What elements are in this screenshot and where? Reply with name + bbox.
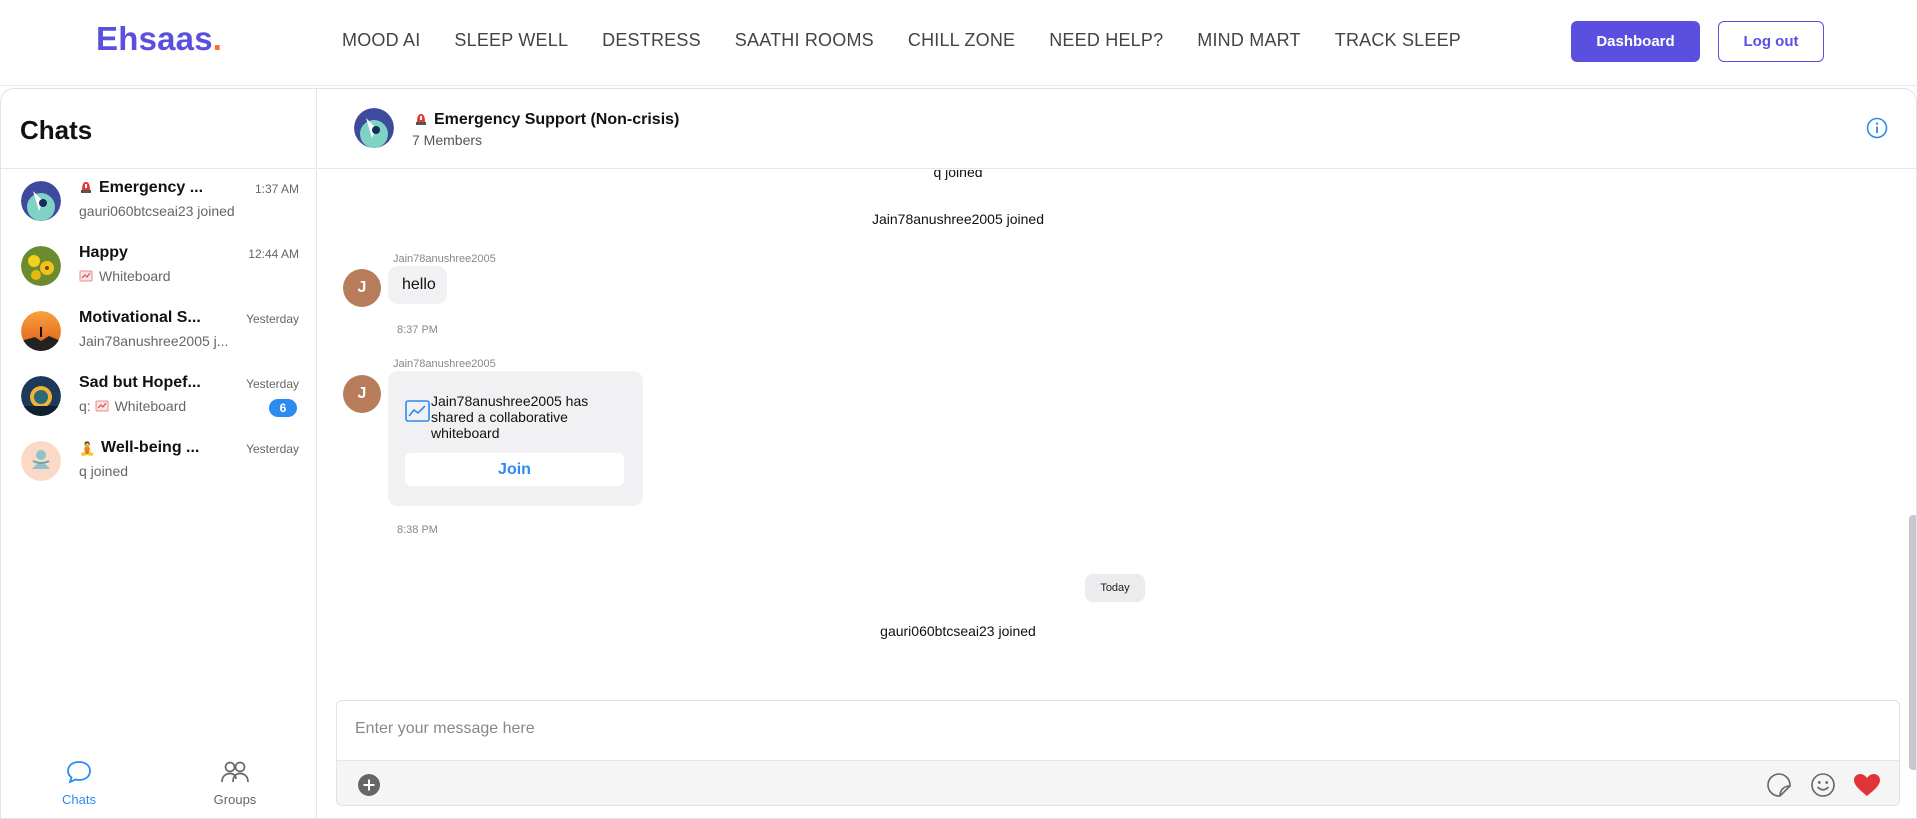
tab-chats[interactable]: Chats: [29, 759, 129, 807]
tab-label: Chats: [62, 792, 96, 807]
nav-saathi-rooms[interactable]: SAATHI ROOMS: [735, 30, 874, 51]
whiteboard-share-card: Jain78anushree2005 has shared a collabor…: [388, 371, 643, 506]
info-icon[interactable]: [1866, 117, 1888, 139]
sidebar-tabs: Chats Groups: [1, 759, 317, 818]
main-nav: MOOD AI SLEEP WELL DESTRESS SAATHI ROOMS…: [342, 30, 1495, 51]
nav-mood-ai[interactable]: MOOD AI: [342, 30, 420, 51]
siren-emoji-icon: [416, 114, 426, 125]
nav-mind-mart[interactable]: MIND MART: [1197, 30, 1300, 51]
message-list: q joined Jain78anushree2005 joined Jain7…: [318, 170, 1916, 770]
composer-toolbar: [337, 760, 1899, 805]
scrollbar[interactable]: [1909, 515, 1916, 770]
avatar: J: [343, 269, 381, 307]
chat-preview-wrap: Whiteboard: [79, 268, 239, 284]
system-message: Jain78anushree2005 joined: [871, 211, 1045, 227]
chat-time: Yesterday: [246, 312, 299, 326]
groups-icon: [221, 761, 249, 783]
chat-header: Emergency Support (Non-crisis) 7 Members: [318, 89, 1916, 169]
chat-name-wrap: Emergency ...: [79, 179, 229, 197]
message-input[interactable]: [355, 715, 1855, 743]
message-composer: [336, 700, 1900, 806]
avatar: J: [343, 375, 381, 413]
chat-title-wrap: Emergency Support (Non-crisis): [414, 111, 679, 129]
chat-bubble-icon: [67, 761, 91, 784]
chat-time: 1:37 AM: [254, 182, 299, 196]
chat-preview: q joined: [79, 463, 129, 479]
meditation-emoji-icon: 🧘: [79, 441, 96, 456]
system-message: q joined: [933, 170, 983, 180]
chat-time: 12:44 AM: [248, 247, 299, 261]
chat-preview: Jain78anushree2005 j...: [79, 333, 229, 349]
chat-preview: gauri060btcseai23 joined: [79, 203, 235, 219]
message-time: 8:37 PM: [397, 324, 438, 336]
logout-button[interactable]: Log out: [1718, 21, 1824, 62]
chat-item-well-being[interactable]: 🧘 Well-being ... Yesterday q joined: [1, 431, 317, 496]
tab-groups[interactable]: Groups: [185, 759, 285, 807]
chat-item-sad-but-hopeful[interactable]: Sad but Hopef... Yesterday q: Whiteboard…: [1, 366, 317, 431]
top-navbar: Ehsaas. MOOD AI SLEEP WELL DESTRESS SAAT…: [0, 0, 1917, 86]
chat-list: Emergency ... 1:37 AM gauri060btcseai23 …: [1, 171, 317, 496]
group-avatar: [21, 246, 61, 286]
divider: [1, 168, 317, 169]
chat-time: Yesterday: [246, 442, 299, 456]
chat-item-emergency[interactable]: Emergency ... 1:37 AM gauri060btcseai23 …: [1, 171, 317, 236]
chat-title: Emergency Support (Non-crisis): [434, 111, 680, 128]
whiteboard-icon: [79, 270, 93, 282]
sticker-icon[interactable]: [1766, 772, 1792, 798]
nav-chill-zone[interactable]: CHILL ZONE: [908, 30, 1015, 51]
emoji-icon[interactable]: [1810, 772, 1836, 798]
chat-item-happy[interactable]: Happy 12:44 AM Whiteboard: [1, 236, 317, 301]
heart-icon[interactable]: [1852, 772, 1882, 798]
whiteboard-icon: [95, 400, 109, 412]
brand-logo[interactable]: Ehsaas.: [96, 20, 222, 58]
chat-name: Emergency ...: [99, 179, 204, 196]
chat-time: Yesterday: [246, 377, 299, 391]
add-attachment-icon[interactable]: [357, 773, 381, 797]
chat-preview: Whiteboard: [114, 398, 187, 414]
sidebar-title: Chats: [20, 115, 93, 145]
chat-sidebar: Chats Emergency ... 1:37 AM gauri060btcs…: [1, 89, 317, 818]
whiteboard-chart-icon: [405, 400, 430, 422]
date-divider: Today: [1085, 574, 1145, 602]
chat-preview-prefix: q:: [79, 398, 91, 414]
tab-label: Groups: [213, 792, 257, 807]
chat-name: Sad but Hopef...: [79, 374, 201, 391]
nav-track-sleep[interactable]: TRACK SLEEP: [1335, 30, 1461, 51]
chat-app: Chats Emergency ... 1:37 AM gauri060btcs…: [0, 88, 1917, 819]
nav-destress[interactable]: DESTRESS: [602, 30, 701, 51]
join-whiteboard-button[interactable]: Join: [405, 453, 624, 486]
message-text: hello: [402, 276, 436, 293]
group-avatar[interactable]: [354, 108, 394, 148]
member-count: 7 Members: [412, 132, 483, 148]
chat-name: Motivational S...: [79, 309, 201, 326]
chat-name: Well-being ...: [101, 439, 200, 456]
chat-item-motivational[interactable]: Motivational S... Yesterday Jain78anushr…: [1, 301, 317, 366]
chat-name: Happy: [79, 244, 128, 261]
group-avatar: [21, 441, 61, 481]
dashboard-button[interactable]: Dashboard: [1571, 21, 1700, 62]
message-time: 8:38 PM: [397, 524, 438, 536]
chat-preview: Whiteboard: [99, 268, 171, 284]
unread-badge: 6: [269, 399, 297, 417]
nav-sleep-well[interactable]: SLEEP WELL: [454, 30, 568, 51]
siren-emoji-icon: [81, 182, 91, 193]
message-sender: Jain78anushree2005: [393, 253, 496, 265]
chat-preview-wrap: q: Whiteboard: [79, 398, 239, 414]
message-sender: Jain78anushree2005: [393, 358, 496, 370]
chat-name-wrap: 🧘 Well-being ...: [79, 439, 229, 457]
group-avatar: [21, 311, 61, 351]
group-avatar: [21, 181, 61, 221]
system-message: gauri060btcseai23 joined: [880, 623, 1036, 639]
nav-need-help[interactable]: NEED HELP?: [1049, 30, 1163, 51]
message-bubble: hello: [388, 266, 447, 304]
group-avatar: [21, 376, 61, 416]
whiteboard-share-text: Jain78anushree2005 has shared a collabor…: [431, 393, 589, 441]
